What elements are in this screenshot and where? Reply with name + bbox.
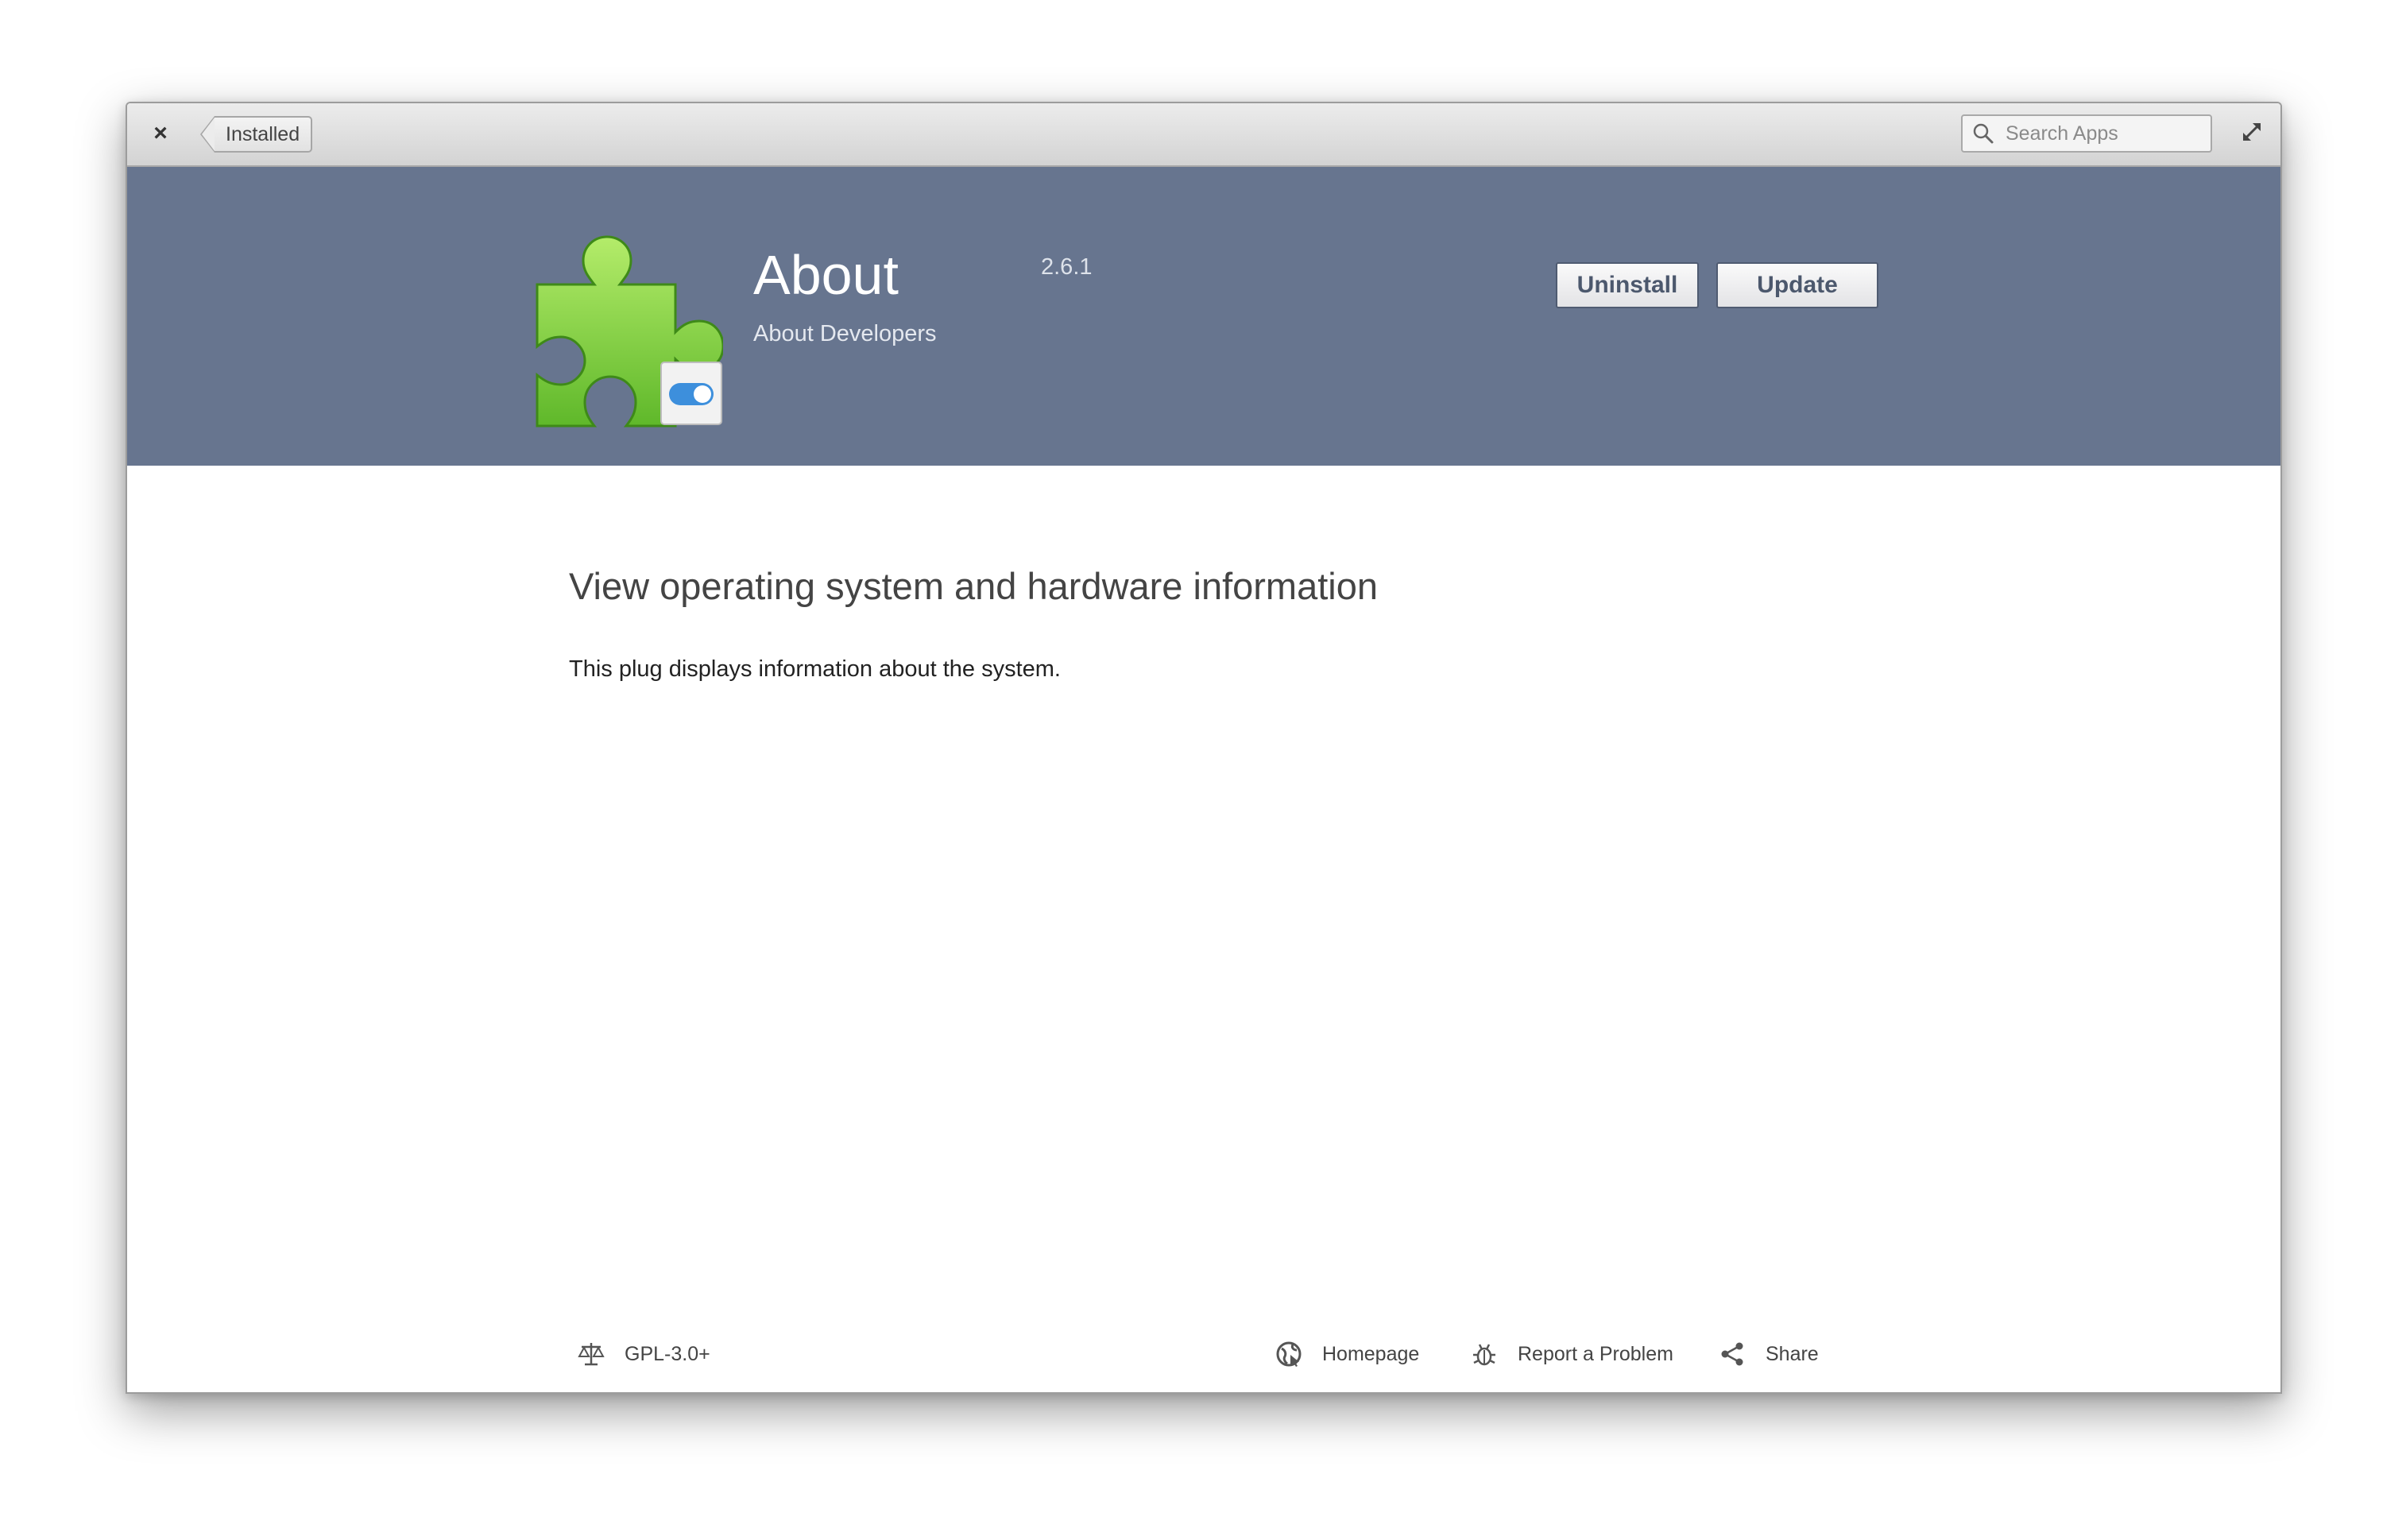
share-button[interactable]: Share xyxy=(1718,1337,1819,1372)
license-label: GPL-3.0+ xyxy=(625,1342,710,1365)
license-info: GPL-3.0+ xyxy=(577,1337,710,1372)
share-icon xyxy=(1718,1340,1746,1368)
scales-icon xyxy=(577,1340,605,1368)
close-button[interactable]: × xyxy=(145,118,176,149)
report-problem-label: Report a Problem xyxy=(1518,1342,1673,1365)
fullscreen-button[interactable] xyxy=(2236,118,2268,149)
homepage-link[interactable]: Homepage xyxy=(1275,1337,1419,1372)
homepage-label: Homepage xyxy=(1322,1342,1420,1365)
globe-icon xyxy=(1275,1340,1303,1368)
back-button-label: Installed xyxy=(215,116,313,153)
search-input[interactable] xyxy=(2004,121,2206,146)
app-developer: About Developers xyxy=(753,321,937,346)
search-icon xyxy=(1969,119,1998,148)
app-summary: View operating system and hardware infor… xyxy=(569,565,1379,607)
app-description: This plug displays information about the… xyxy=(569,656,1061,682)
uninstall-button[interactable]: Uninstall xyxy=(1556,262,1699,308)
app-name: About xyxy=(753,244,899,306)
search-field[interactable] xyxy=(1961,114,2212,153)
update-button[interactable]: Update xyxy=(1716,262,1878,308)
share-label: Share xyxy=(1766,1342,1819,1365)
puzzle-piece-with-toggle-icon xyxy=(532,235,725,429)
fullscreen-icon xyxy=(2240,120,2264,148)
report-problem-link[interactable]: Report a Problem xyxy=(1470,1337,1673,1372)
back-arrow-icon xyxy=(200,116,215,153)
close-icon: × xyxy=(153,120,168,146)
back-button[interactable]: Installed xyxy=(200,116,313,153)
header-bar: × Installed xyxy=(127,103,2280,167)
bug-icon xyxy=(1470,1340,1499,1368)
app-center-window: × Installed Search Apps About 2.6.1 Abou… xyxy=(126,102,2282,1394)
app-header-banner: About 2.6.1 About Developers Uninstall U… xyxy=(127,167,2280,466)
app-version: 2.6.1 xyxy=(1041,254,1093,280)
